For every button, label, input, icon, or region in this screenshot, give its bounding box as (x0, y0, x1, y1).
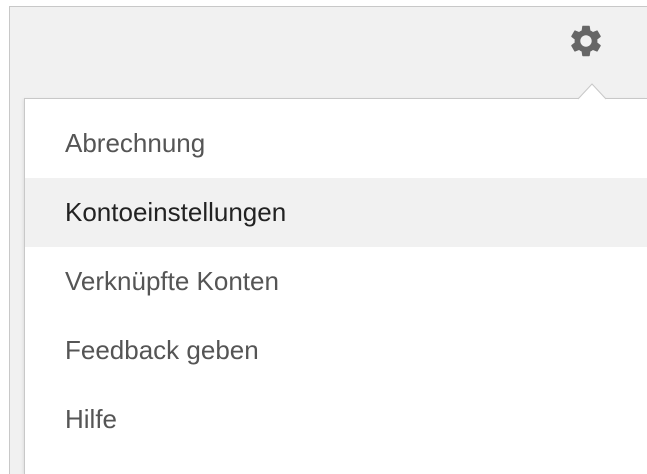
menu-item-verknuepfte-konten[interactable]: Verknüpfte Konten (25, 247, 647, 316)
menu-item-label: Feedback geben (65, 335, 259, 365)
menu-item-label: Verknüpfte Konten (65, 266, 279, 296)
menu-item-kontoeinstellungen[interactable]: Kontoeinstellungen (25, 178, 647, 247)
menu-item-label: Abrechnung (65, 128, 206, 158)
menu-item-abrechnung[interactable]: Abrechnung (25, 109, 647, 178)
menu-item-label: Hilfe (65, 404, 118, 434)
menu-item-hilfe[interactable]: Hilfe (25, 385, 647, 454)
menu-item-label: Kontoeinstellungen (65, 197, 287, 227)
menu-list: Abrechnung Kontoeinstellungen Verknüpfte… (25, 109, 647, 454)
settings-dropdown-menu: Abrechnung Kontoeinstellungen Verknüpfte… (24, 98, 647, 474)
gear-icon (567, 22, 605, 65)
menu-item-feedback-geben[interactable]: Feedback geben (25, 316, 647, 385)
settings-button[interactable] (563, 20, 609, 66)
